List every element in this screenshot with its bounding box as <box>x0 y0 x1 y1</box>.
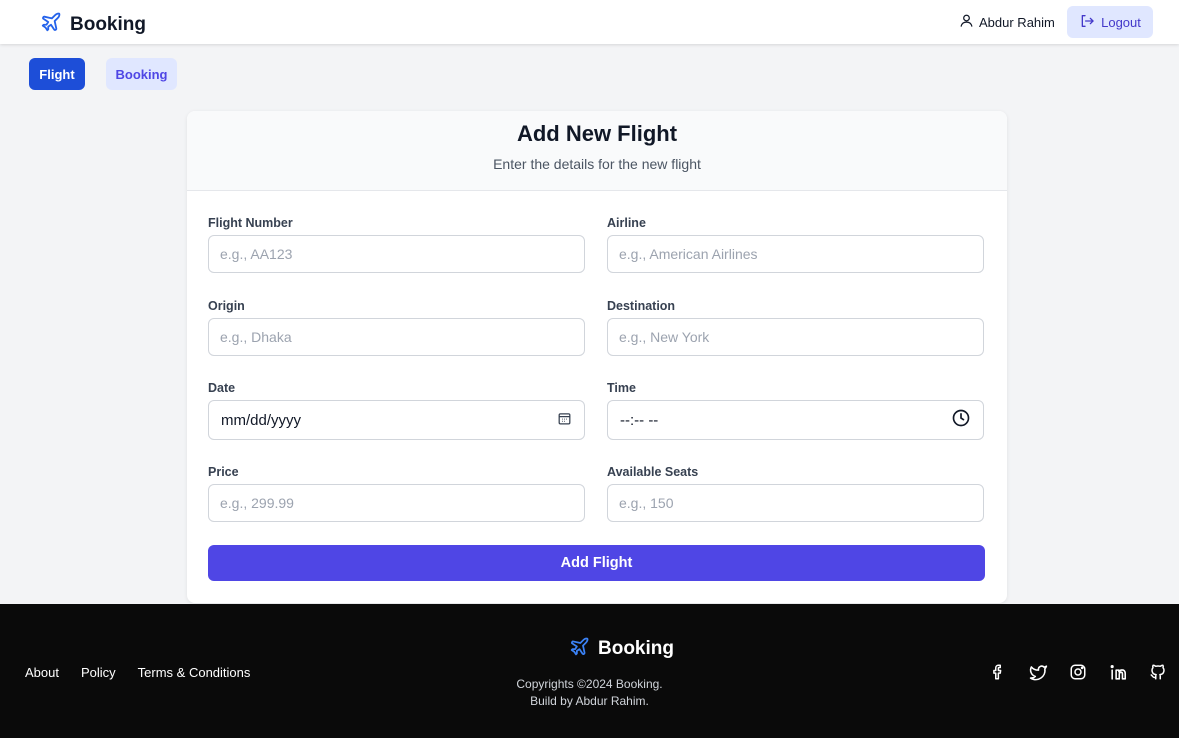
add-flight-card: Add New Flight Enter the details for the… <box>187 111 1007 603</box>
user-menu[interactable]: Abdur Rahim <box>959 13 1055 31</box>
destination-label: Destination <box>607 299 676 313</box>
add-flight-button[interactable]: Add Flight <box>208 545 985 581</box>
brand-name: Booking <box>70 13 146 35</box>
footer-brand-name: Booking <box>598 638 674 659</box>
time-input[interactable]: --:-- -- <box>607 400 984 440</box>
flight-number-input[interactable] <box>208 235 585 273</box>
card-header: Add New Flight Enter the details for the… <box>187 111 1007 191</box>
credit-text: Build by Abdur Rahim. <box>530 694 649 708</box>
clock-icon[interactable] <box>951 408 971 432</box>
time-label: Time <box>607 381 636 395</box>
user-name: Abdur Rahim <box>979 14 1055 30</box>
page-title: Add New Flight <box>516 121 678 146</box>
top-navbar: Booking Abdur Rahim Logout <box>0 0 1179 44</box>
linkedin-icon[interactable] <box>1108 662 1128 682</box>
twitter-icon[interactable] <box>1028 662 1048 682</box>
airplane-icon <box>40 11 62 38</box>
airline-field: Airline <box>607 216 984 273</box>
logout-button[interactable]: Logout <box>1067 6 1153 38</box>
github-icon[interactable] <box>1148 662 1168 682</box>
origin-field: Origin <box>208 299 585 356</box>
seats-field: Available Seats <box>607 465 984 522</box>
destination-field: Destination <box>607 299 984 356</box>
airline-input[interactable] <box>607 235 984 273</box>
time-field: Time --:-- -- <box>607 381 984 440</box>
price-label: Price <box>208 465 239 479</box>
destination-input[interactable] <box>607 318 984 356</box>
user-icon <box>959 13 974 31</box>
date-field: Date mm/dd/yyyy <box>208 381 585 440</box>
origin-input[interactable] <box>208 318 585 356</box>
airline-label: Airline <box>607 216 646 230</box>
time-value: --:-- -- <box>620 411 659 429</box>
facebook-icon[interactable] <box>988 662 1008 682</box>
date-label: Date <box>208 381 236 395</box>
seats-label: Available Seats <box>607 465 699 479</box>
social-links <box>988 662 1168 682</box>
tab-booking[interactable]: Booking <box>106 58 177 90</box>
flight-number-field: Flight Number <box>208 216 585 273</box>
calendar-icon[interactable] <box>557 411 572 430</box>
seats-input[interactable] <box>607 484 984 522</box>
date-value: mm/dd/yyyy <box>221 411 302 429</box>
brand-logo[interactable]: Booking <box>40 11 146 38</box>
page-subtitle: Enter the details for the new flight <box>493 156 701 172</box>
footer-brand[interactable]: Booking <box>569 636 674 662</box>
origin-label: Origin <box>208 299 245 313</box>
date-input[interactable]: mm/dd/yyyy <box>208 400 585 440</box>
logout-icon <box>1079 13 1095 32</box>
price-input[interactable] <box>208 484 585 522</box>
flight-number-label: Flight Number <box>208 216 293 230</box>
footer: About Policy Terms & Conditions Booking … <box>0 604 1179 738</box>
price-field: Price <box>208 465 585 522</box>
tab-flight[interactable]: Flight <box>29 58 85 90</box>
airplane-icon <box>569 636 590 662</box>
instagram-icon[interactable] <box>1068 662 1088 682</box>
logout-label: Logout <box>1101 14 1141 30</box>
